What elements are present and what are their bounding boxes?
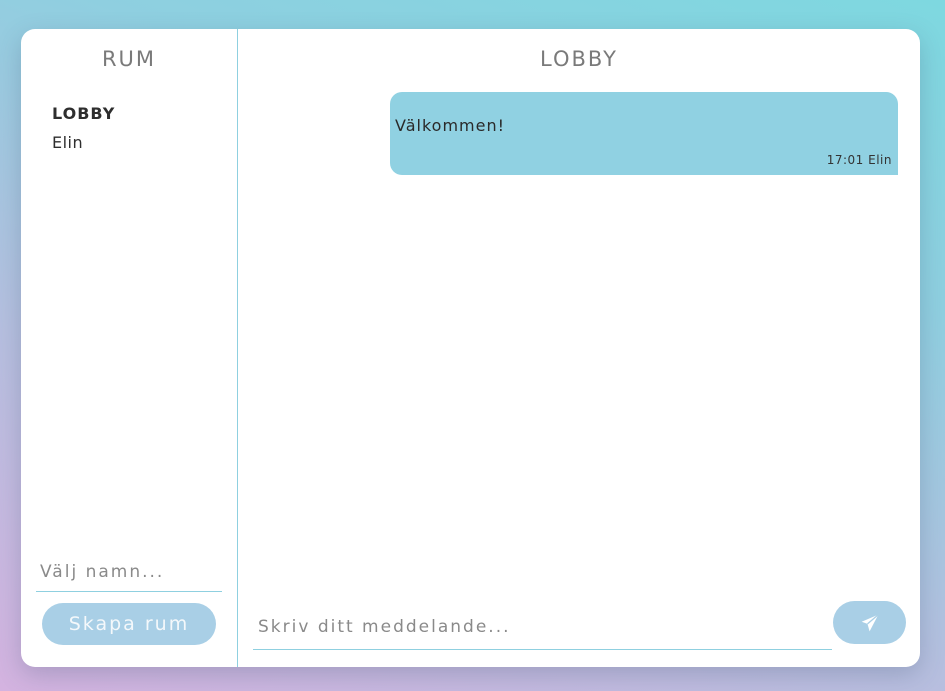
chat-title: LOBBY: [540, 47, 618, 71]
chat-app-window: RUM LOBBY Elin Skapa rum LOBBY Välkommen…: [21, 29, 920, 667]
message-input[interactable]: [253, 605, 832, 650]
message-meta: 17:01 Elin: [826, 153, 892, 167]
send-button[interactable]: [833, 601, 906, 644]
chat-message: Välkommen! 17:01 Elin: [390, 92, 898, 175]
chat-panel: LOBBY Välkommen! 17:01 Elin: [238, 29, 920, 667]
paper-plane-icon: [861, 613, 879, 631]
sidebar-title: RUM: [101, 47, 157, 71]
room-name-input[interactable]: [36, 552, 222, 592]
room-item-lobby[interactable]: LOBBY: [52, 103, 115, 132]
rooms-sidebar: RUM LOBBY Elin Skapa rum: [21, 29, 238, 667]
room-item-elin[interactable]: Elin: [52, 132, 115, 161]
room-list: LOBBY Elin: [52, 103, 115, 161]
message-text: Välkommen!: [395, 116, 506, 135]
create-room-button[interactable]: Skapa rum: [42, 603, 216, 645]
